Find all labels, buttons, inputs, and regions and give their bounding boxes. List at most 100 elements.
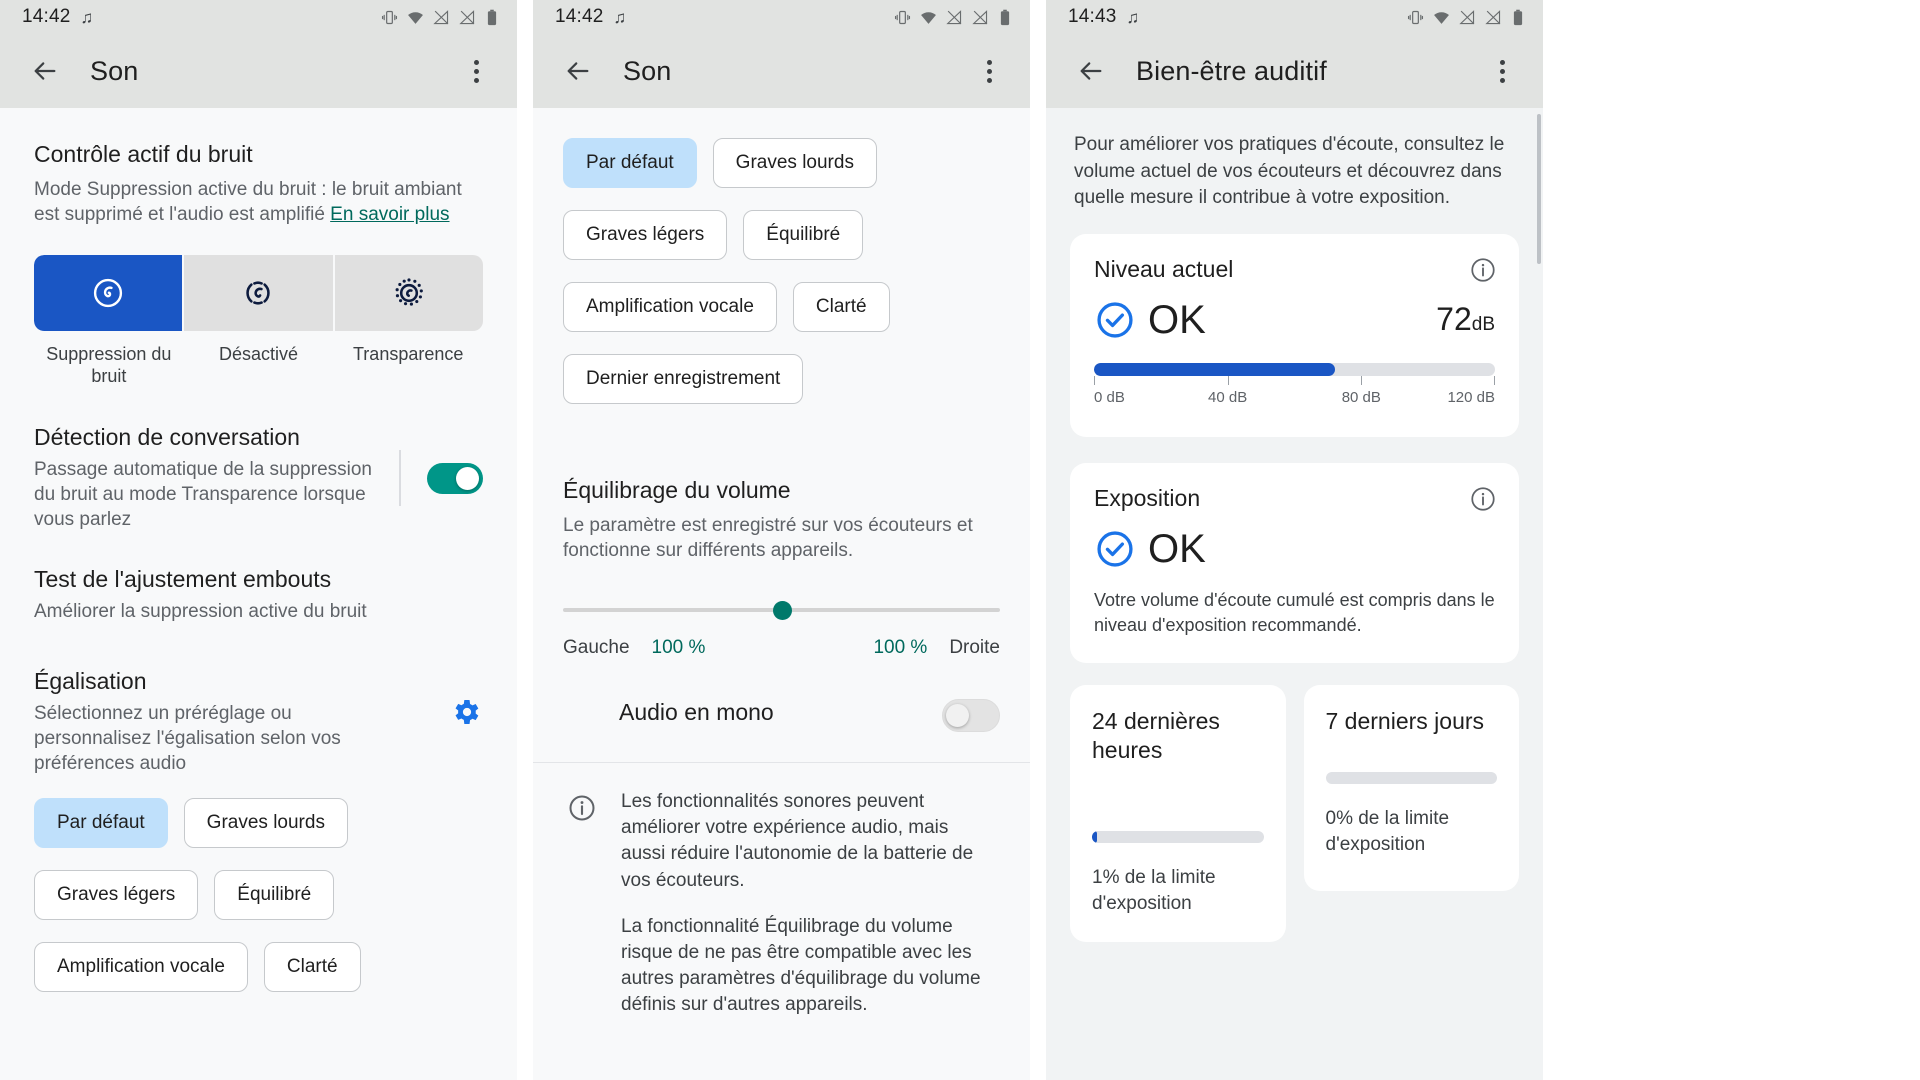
back-arrow-icon-3[interactable] xyxy=(1070,50,1112,92)
equalization-presets-row3[interactable]: Amplification vocale Clarté xyxy=(34,942,483,993)
eq-presets-2-row4[interactable]: Dernier enregistrement xyxy=(563,354,1000,404)
signal-off-icon-3 xyxy=(1459,9,1475,24)
anc-option-transparency[interactable] xyxy=(332,254,483,331)
eq2-chip-light-bass[interactable]: Graves légers xyxy=(563,210,728,260)
app-bar-2: Son xyxy=(533,34,1030,108)
volume-balance-slider[interactable] xyxy=(563,597,1000,623)
status-icons-3 xyxy=(1407,9,1525,26)
more-vert-icon-2[interactable] xyxy=(968,50,1010,92)
mini-card-7d: 7 derniers jours 0% de la limite d'expos… xyxy=(1303,685,1519,892)
status-clock-3: 14:43 xyxy=(1068,6,1117,27)
eq2-chip-clarity[interactable]: Clarté xyxy=(792,282,890,332)
eq2-chip-default[interactable]: Par défaut xyxy=(563,138,697,188)
more-vert-icon-3[interactable] xyxy=(1481,50,1523,92)
battery-icon-3 xyxy=(1513,9,1523,25)
current-level-status-text: OK xyxy=(1148,297,1206,342)
back-arrow-icon-2[interactable] xyxy=(557,50,599,92)
sound-features-note: Les fonctionnalités sonores peuvent amél… xyxy=(533,763,1030,1039)
eq2-chip-heavy-bass[interactable]: Graves lourds xyxy=(712,138,877,188)
vibrate-icon xyxy=(381,10,398,24)
conversation-detection-row[interactable]: Détection de conversation Passage automa… xyxy=(34,424,483,532)
signal2-off-icon xyxy=(459,9,475,24)
slider-thumb[interactable] xyxy=(772,600,792,620)
mono-audio-row[interactable]: Audio en mono xyxy=(563,698,1000,732)
learn-more-link[interactable]: En savoir plus xyxy=(330,204,449,225)
current-level-card: Niveau actuel OK 72dB 0 dB 40 dB 80 dB 1… xyxy=(1070,233,1519,437)
exposure-status: OK xyxy=(1094,528,1495,570)
balance-left-value: 100 % xyxy=(651,636,706,658)
current-level-status: OK 72dB xyxy=(1094,299,1495,341)
mini-card-24h-caption: 1% de la limite d'exposition xyxy=(1092,866,1216,914)
conversation-detection-subtitle: Passage automatique de la suppression du… xyxy=(34,458,373,531)
eq-chip-clarity[interactable]: Clarté xyxy=(263,942,361,993)
equalization-subtitle: Sélectionnez un préréglage ou personnali… xyxy=(34,703,341,775)
equalization-presets-row2[interactable]: Graves légers Équilibré xyxy=(34,870,483,921)
page-title-3: Bien-être auditif xyxy=(1136,55,1327,86)
noise-cancelling-icon xyxy=(94,278,123,308)
eq-chip-default[interactable]: Par défaut xyxy=(34,798,168,849)
mini-card-7d-bar xyxy=(1325,772,1497,785)
wifi-icon xyxy=(408,11,423,24)
balance-right-value: 100 % xyxy=(873,636,928,658)
exposure-title: Exposition xyxy=(1094,484,1201,511)
mini-card-24h-bar xyxy=(1092,830,1264,843)
volume-balance-section: Équilibrage du volume Le paramètre est e… xyxy=(563,476,1000,659)
equalization-row: Égalisation Sélectionnez un préréglage o… xyxy=(34,668,483,776)
wifi-icon-3 xyxy=(1434,11,1449,24)
info-outline-icon-exposure[interactable] xyxy=(1469,485,1497,518)
panel-1-content: Contrôle actif du bruit Mode Suppression… xyxy=(0,108,517,1080)
vibrate-icon-2 xyxy=(894,10,911,24)
mini-card-7d-caption: 0% de la limite d'exposition xyxy=(1325,808,1450,855)
tick-label-80: 80 dB xyxy=(1341,388,1381,406)
volume-balance-subtitle: Le paramètre est enregistré sur vos écou… xyxy=(563,514,973,561)
fit-test-title: Test de l'ajustement embouts xyxy=(34,566,332,593)
eq-chip-voice-boost[interactable]: Amplification vocale xyxy=(34,942,248,993)
eq2-chip-balanced[interactable]: Équilibré xyxy=(743,210,864,260)
anc-label-noise-cancelling: Suppression du bruit xyxy=(46,343,172,387)
eq-chip-balanced[interactable]: Équilibré xyxy=(214,870,335,921)
eq-chip-heavy-bass[interactable]: Graves lourds xyxy=(183,798,348,849)
exposure-mini-cards: 24 dernières heures 1% de la limite d'ex… xyxy=(1070,685,1519,943)
anc-label-transparency: Transparence xyxy=(352,343,464,364)
fit-test-row[interactable]: Test de l'ajustement embouts Améliorer l… xyxy=(34,566,483,624)
eq-chip-light-bass[interactable]: Graves légers xyxy=(34,870,199,921)
eq2-chip-voice-boost[interactable]: Amplification vocale xyxy=(563,282,777,332)
battery-icon xyxy=(487,9,497,25)
note-paragraph-2: La fonctionnalité Équilibrage du volume … xyxy=(621,915,981,1016)
gear-icon[interactable] xyxy=(451,696,483,733)
vertical-scrollbar[interactable] xyxy=(1537,114,1541,264)
status-clock: 14:42 xyxy=(22,6,71,27)
equalization-presets[interactable]: Par défaut Graves lourds xyxy=(34,798,483,849)
conversation-detection-toggle[interactable] xyxy=(427,462,483,494)
current-level-value: 72dB xyxy=(1436,301,1495,338)
current-level-meter-fill xyxy=(1094,362,1335,376)
anc-label-off: Désactivé xyxy=(218,343,299,364)
volume-balance-legend: Gauche 100 % 100 % Droite xyxy=(563,637,1000,659)
panel-3-content: Pour améliorer vos pratiques d'écoute, c… xyxy=(1046,108,1543,1080)
mono-audio-toggle[interactable] xyxy=(942,698,1000,732)
battery-icon-2 xyxy=(1000,9,1010,25)
more-vert-icon[interactable] xyxy=(455,50,497,92)
screenshot-stage: 14:42 ♫ Son Contrôle actif du bruit Mode xyxy=(0,0,1920,1080)
status-bar-3: 14:43 ♫ xyxy=(1046,0,1543,34)
transparency-icon xyxy=(395,278,423,306)
eq-presets-2-row1[interactable]: Par défaut Graves lourds xyxy=(563,138,1000,188)
anc-option-noise-cancelling[interactable] xyxy=(34,254,183,331)
phone-panel-sound-2: 14:42 ♫ Son Par défaut Graves lourds Gra… xyxy=(533,0,1030,1080)
tick-label-0: 0 dB xyxy=(1094,388,1125,406)
back-arrow-icon[interactable] xyxy=(24,50,66,92)
note-paragraph-1: Les fonctionnalités sonores peuvent amél… xyxy=(621,790,974,891)
signal2-off-icon-2 xyxy=(972,9,988,24)
anc-mode-segmented-control[interactable] xyxy=(34,254,483,331)
signal-off-icon xyxy=(433,9,449,24)
app-bar-3: Bien-être auditif xyxy=(1046,34,1543,108)
anc-option-off[interactable] xyxy=(182,254,333,331)
eq-presets-2-row2[interactable]: Graves légers Équilibré xyxy=(563,210,1000,260)
wifi-icon-2 xyxy=(921,11,936,24)
tick-label-120: 120 dB xyxy=(1447,388,1495,406)
eq-presets-2-row3[interactable]: Amplification vocale Clarté xyxy=(563,282,1000,332)
tick-label-40: 40 dB xyxy=(1208,388,1248,406)
eq2-chip-last-saved[interactable]: Dernier enregistrement xyxy=(563,354,804,404)
anc-mode-labels: Suppression du bruit Désactivé Transpare… xyxy=(34,343,483,388)
info-outline-icon[interactable] xyxy=(1469,256,1497,289)
